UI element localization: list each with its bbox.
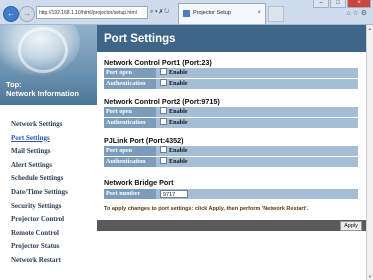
new-tab-button[interactable] (268, 6, 284, 22)
pjlink-open-checkbox[interactable] (160, 146, 167, 154)
favicon-icon (183, 10, 190, 17)
port1-auth-checkbox[interactable] (160, 79, 167, 87)
browser-tools-icons[interactable]: ⌂ ☆ ⚙ (346, 9, 367, 17)
page-title: Port Settings (104, 33, 176, 45)
checkbox-label: Enable (169, 69, 188, 76)
banner-label: Top: Network Information (6, 80, 79, 98)
row-label: Port open (104, 68, 156, 78)
apply-bar: Apply (97, 220, 366, 231)
vertical-scrollbar[interactable]: ▲ ▼ (366, 25, 373, 280)
section-title-control-port2: Network Control Port2 (Port:9715) (104, 97, 220, 106)
setting-row-port1-open: Port open Enable (104, 68, 358, 78)
sidebar-item-projector-status[interactable]: Projector Status (0, 240, 97, 254)
bridge-port-input[interactable]: 9717 (160, 190, 188, 198)
checkbox-label: Enable (169, 80, 188, 87)
address-bar[interactable]: http://192.168.1.10/html/projector/setup… (36, 6, 148, 19)
banner-title: Top: (6, 80, 22, 89)
sidebar-item-schedule-settings[interactable]: Schedule Settings (0, 172, 97, 186)
setting-row-pjlink-auth: Authentication Enable (104, 157, 358, 167)
sidebar-item-network-restart[interactable]: Network Restart (0, 254, 97, 268)
tab-title: Projector Setup (193, 10, 231, 16)
page-content: Top: Network Information Network Setting… (0, 25, 366, 280)
row-label: Port open (104, 107, 156, 117)
checkbox-label: Enable (169, 108, 188, 115)
sidebar: Top: Network Information Network Setting… (0, 25, 97, 280)
sidebar-item-alert-settings[interactable]: Alert Settings (0, 159, 97, 173)
setting-row-port2-open: Port open Enable (104, 107, 358, 117)
forward-button[interactable]: → (19, 6, 35, 22)
banner-ring-graphic (18, 27, 68, 73)
row-value: Enable (160, 79, 188, 89)
checkbox-label: Enable (169, 147, 188, 154)
address-tools[interactable]: ⌕ ▾ ✗ ↻ (150, 6, 169, 19)
sidebar-item-date-time-settings[interactable]: Date/Time Settings (0, 186, 97, 200)
row-label: Port open (104, 146, 156, 156)
row-label: Authentication (104, 157, 156, 167)
tab-close-icon[interactable]: × (257, 4, 261, 23)
sidebar-item-projector-control[interactable]: Projector Control (0, 213, 97, 227)
minimize-button[interactable]: – (313, 0, 329, 8)
sidebar-banner[interactable]: Top: Network Information (0, 25, 97, 105)
sidebar-item-network-settings[interactable]: Network Settings (0, 118, 97, 132)
sidebar-item-remote-control[interactable]: Remote Control (0, 227, 97, 241)
row-value: Enable (160, 146, 188, 156)
sidebar-item-port-settings[interactable]: Port Settings (0, 132, 97, 146)
apply-button[interactable]: Apply (340, 221, 362, 231)
row-value: Enable (160, 118, 188, 128)
row-value: Enable (160, 157, 188, 167)
tab-projector-setup[interactable]: Projector Setup × (178, 3, 266, 24)
scroll-down-icon[interactable]: ▼ (368, 274, 372, 279)
close-window-button[interactable]: × (347, 0, 371, 8)
section-title-pjlink-port: PJLink Port (Port:4352) (104, 136, 184, 145)
section-title-bridge-port: Network Bridge Port (104, 178, 174, 187)
port2-auth-checkbox[interactable] (160, 118, 167, 126)
setting-row-bridge-port: Port number 9717 (104, 189, 358, 199)
sidebar-menu: Network Settings Port Settings Mail Sett… (0, 118, 97, 268)
page-title-bar: Port Settings (97, 25, 366, 52)
section-title-control-port1: Network Control Port1 (Port:23) (104, 58, 212, 67)
sidebar-item-mail-settings[interactable]: Mail Settings (0, 145, 97, 159)
sidebar-item-security-settings[interactable]: Security Settings (0, 200, 97, 214)
row-label: Authentication (104, 118, 156, 128)
window-buttons: – □ × (312, 0, 371, 8)
port2-open-checkbox[interactable] (160, 107, 167, 115)
setting-row-port1-auth: Authentication Enable (104, 79, 358, 89)
apply-note: To apply changes to port settings: click… (104, 206, 309, 212)
scroll-up-icon[interactable]: ▲ (368, 26, 372, 31)
pjlink-auth-checkbox[interactable] (160, 157, 167, 165)
banner-subtitle: Network Information (6, 89, 79, 98)
row-label: Authentication (104, 79, 156, 89)
browser-toolbar: – □ × ← → http://192.168.1.10/html/proje… (0, 0, 373, 25)
checkbox-label: Enable (169, 119, 188, 126)
port1-open-checkbox[interactable] (160, 68, 167, 76)
row-value: Enable (160, 68, 188, 78)
row-label: Port number (104, 189, 156, 199)
checkbox-label: Enable (169, 158, 188, 165)
setting-row-pjlink-open: Port open Enable (104, 146, 358, 156)
main-panel: Port Settings Network Control Port1 (Por… (97, 25, 366, 280)
maximize-button[interactable]: □ (330, 0, 346, 8)
setting-row-port2-auth: Authentication Enable (104, 118, 358, 128)
back-button[interactable]: ← (3, 6, 19, 22)
row-value: Enable (160, 107, 188, 117)
